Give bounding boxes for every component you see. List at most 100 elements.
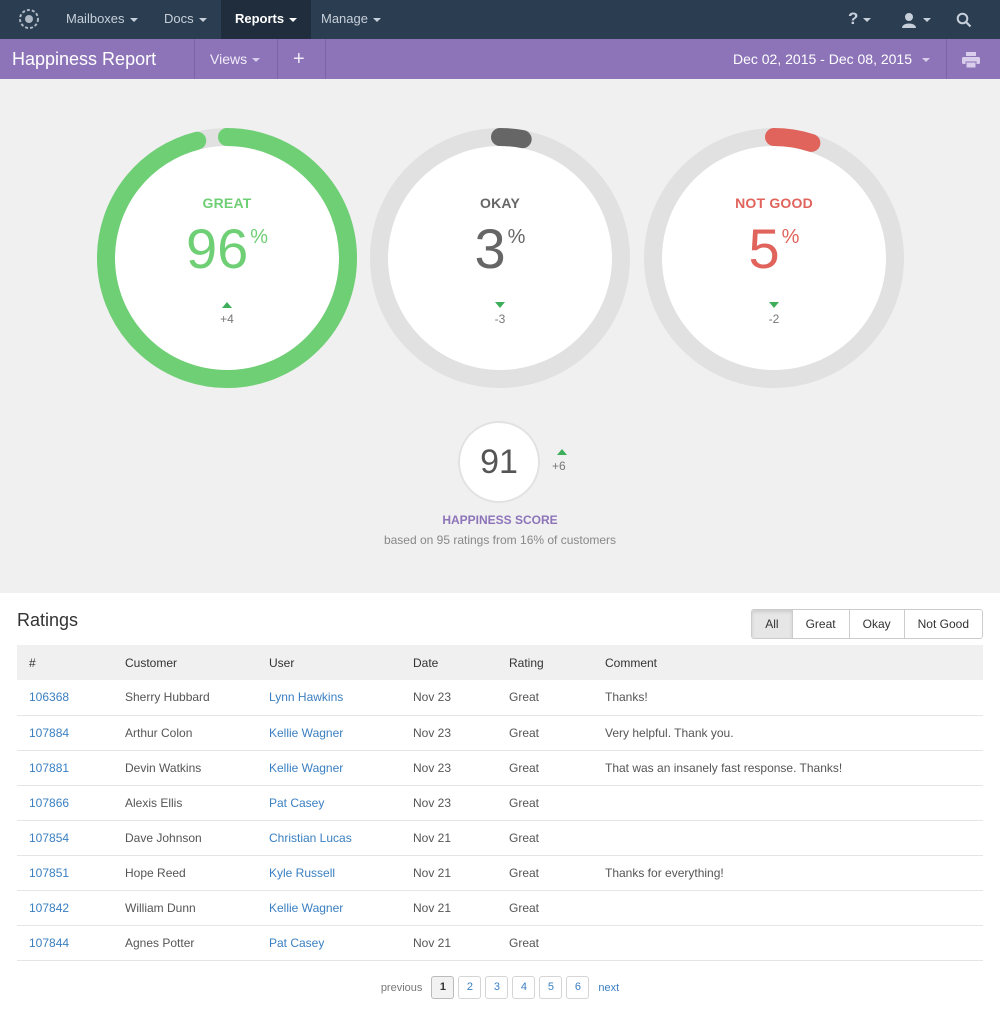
trend-down-icon bbox=[769, 302, 779, 308]
page-title: Happiness Report bbox=[12, 49, 157, 69]
filter-not-good-button[interactable]: Not Good bbox=[903, 610, 982, 638]
user-link[interactable]: Kyle Russell bbox=[257, 855, 401, 891]
rating-value: Great bbox=[497, 680, 593, 716]
rating-comment bbox=[593, 820, 983, 856]
column-header[interactable]: Date bbox=[401, 645, 497, 680]
gauge-value: 5% bbox=[748, 217, 800, 280]
user-link[interactable]: Kellie Wagner bbox=[257, 750, 401, 786]
rating-value: Great bbox=[497, 750, 593, 786]
rating-date: Nov 21 bbox=[401, 855, 497, 891]
top-nav: Mailboxes Docs Reports Manage ? bbox=[0, 0, 1000, 39]
divider bbox=[194, 39, 195, 79]
conversation-link[interactable]: 107881 bbox=[17, 750, 113, 786]
nav-manage[interactable]: Manage bbox=[307, 0, 395, 39]
report-header: Happiness Report Views + Dec 02, 2015 - … bbox=[0, 39, 1000, 79]
nav-mailboxes[interactable]: Mailboxes bbox=[52, 0, 152, 39]
search-icon[interactable] bbox=[956, 0, 972, 39]
add-view-button[interactable]: + bbox=[293, 39, 305, 79]
table-row: 106368 Sherry Hubbard Lynn Hawkins Nov 2… bbox=[17, 680, 983, 716]
conversation-link[interactable]: 107851 bbox=[17, 855, 113, 891]
rating-comment: That was an insanely fast response. Than… bbox=[593, 750, 983, 786]
trend-up-icon bbox=[557, 449, 567, 455]
nav-reports[interactable]: Reports bbox=[221, 0, 312, 39]
table-header-row: # Customer User Date Rating Comment bbox=[17, 645, 983, 680]
customer-name: Agnes Potter bbox=[113, 925, 257, 961]
gauge-label: OKAY bbox=[480, 195, 520, 211]
ratings-title: Ratings bbox=[17, 610, 79, 630]
gauge-okay[interactable]: OKAY 3% -3 bbox=[369, 127, 631, 389]
user-link[interactable]: Pat Casey bbox=[257, 785, 401, 821]
page-button[interactable]: 5 bbox=[539, 976, 563, 999]
rating-comment bbox=[593, 925, 983, 961]
happiness-score-title: HAPPINESS SCORE bbox=[442, 513, 558, 527]
conversation-link[interactable]: 107884 bbox=[17, 715, 113, 751]
table-row: 107844 Agnes Potter Pat Casey Nov 21 Gre… bbox=[17, 925, 983, 961]
column-header[interactable]: User bbox=[257, 645, 401, 680]
gauge-not-good[interactable]: NOT GOOD 5% -2 bbox=[643, 127, 905, 389]
table-row: 107854 Dave Johnson Christian Lucas Nov … bbox=[17, 820, 983, 856]
divider bbox=[946, 39, 947, 79]
column-header[interactable]: Comment bbox=[593, 645, 983, 680]
print-icon[interactable] bbox=[961, 39, 981, 79]
pagination: previous 1 2 3 4 5 6 next bbox=[0, 976, 1000, 999]
score-change: +6 bbox=[552, 459, 566, 473]
user-link[interactable]: Kellie Wagner bbox=[257, 890, 401, 926]
customer-name: William Dunn bbox=[113, 890, 257, 926]
table-row: 107866 Alexis Ellis Pat Casey Nov 23 Gre… bbox=[17, 785, 983, 821]
user-link[interactable]: Pat Casey bbox=[257, 925, 401, 961]
rating-comment: Thanks! bbox=[593, 680, 983, 716]
column-header[interactable]: # bbox=[17, 645, 113, 680]
views-dropdown[interactable]: Views bbox=[210, 39, 261, 79]
next-page-link[interactable]: next bbox=[593, 982, 624, 994]
filter-okay-button[interactable]: Okay bbox=[848, 610, 904, 638]
rating-value: Great bbox=[497, 855, 593, 891]
help-icon[interactable]: ? bbox=[848, 0, 872, 39]
user-link[interactable]: Christian Lucas bbox=[257, 820, 401, 856]
trend-up-icon bbox=[222, 302, 232, 308]
rating-date: Nov 23 bbox=[401, 785, 497, 821]
user-link[interactable]: Lynn Hawkins bbox=[257, 680, 401, 716]
conversation-link[interactable]: 106368 bbox=[17, 680, 113, 716]
user-icon[interactable] bbox=[900, 0, 931, 39]
page-button[interactable]: 2 bbox=[458, 976, 482, 999]
rating-comment bbox=[593, 785, 983, 821]
rating-comment: Very helpful. Thank you. bbox=[593, 715, 983, 751]
filter-all-button[interactable]: All bbox=[752, 610, 792, 638]
column-header[interactable]: Customer bbox=[113, 645, 257, 680]
divider bbox=[325, 39, 326, 79]
customer-name: Arthur Colon bbox=[113, 715, 257, 751]
customer-name: Hope Reed bbox=[113, 855, 257, 891]
user-link[interactable]: Kellie Wagner bbox=[257, 715, 401, 751]
conversation-link[interactable]: 107844 bbox=[17, 925, 113, 961]
rating-comment bbox=[593, 890, 983, 926]
date-range-dropdown[interactable]: Dec 02, 2015 - Dec 08, 2015 bbox=[733, 39, 930, 79]
customer-name: Alexis Ellis bbox=[113, 785, 257, 821]
rating-value: Great bbox=[497, 785, 593, 821]
rating-date: Nov 21 bbox=[401, 890, 497, 926]
page-button[interactable]: 6 bbox=[566, 976, 590, 999]
conversation-link[interactable]: 107866 bbox=[17, 785, 113, 821]
rating-filter-group: All Great Okay Not Good bbox=[751, 609, 983, 639]
rating-value: Great bbox=[497, 890, 593, 926]
filter-great-button[interactable]: Great bbox=[791, 610, 849, 638]
laurel-logo-icon[interactable] bbox=[16, 6, 42, 32]
rating-value: Great bbox=[497, 715, 593, 751]
gauge-value: 96% bbox=[185, 217, 269, 280]
conversation-link[interactable]: 107842 bbox=[17, 890, 113, 926]
happiness-score-value: 91 bbox=[458, 421, 540, 503]
nav-docs[interactable]: Docs bbox=[150, 0, 221, 39]
page-button[interactable]: 3 bbox=[485, 976, 509, 999]
conversation-link[interactable]: 107854 bbox=[17, 820, 113, 856]
page-button[interactable]: 4 bbox=[512, 976, 536, 999]
rating-date: Nov 21 bbox=[401, 925, 497, 961]
gauge-change: -3 bbox=[494, 312, 506, 326]
trend-down-icon bbox=[495, 302, 505, 308]
happiness-stats: GREAT 96% +4 OKAY 3% -3 NOT GOOD 5% -2 9… bbox=[0, 79, 1000, 593]
page-button[interactable]: 1 bbox=[431, 976, 455, 999]
previous-page-link[interactable]: previous bbox=[376, 982, 428, 994]
column-header[interactable]: Rating bbox=[497, 645, 593, 680]
gauge-label: NOT GOOD bbox=[735, 195, 813, 211]
gauge-great[interactable]: GREAT 96% +4 bbox=[96, 127, 358, 389]
customer-name: Devin Watkins bbox=[113, 750, 257, 786]
divider bbox=[277, 39, 278, 79]
